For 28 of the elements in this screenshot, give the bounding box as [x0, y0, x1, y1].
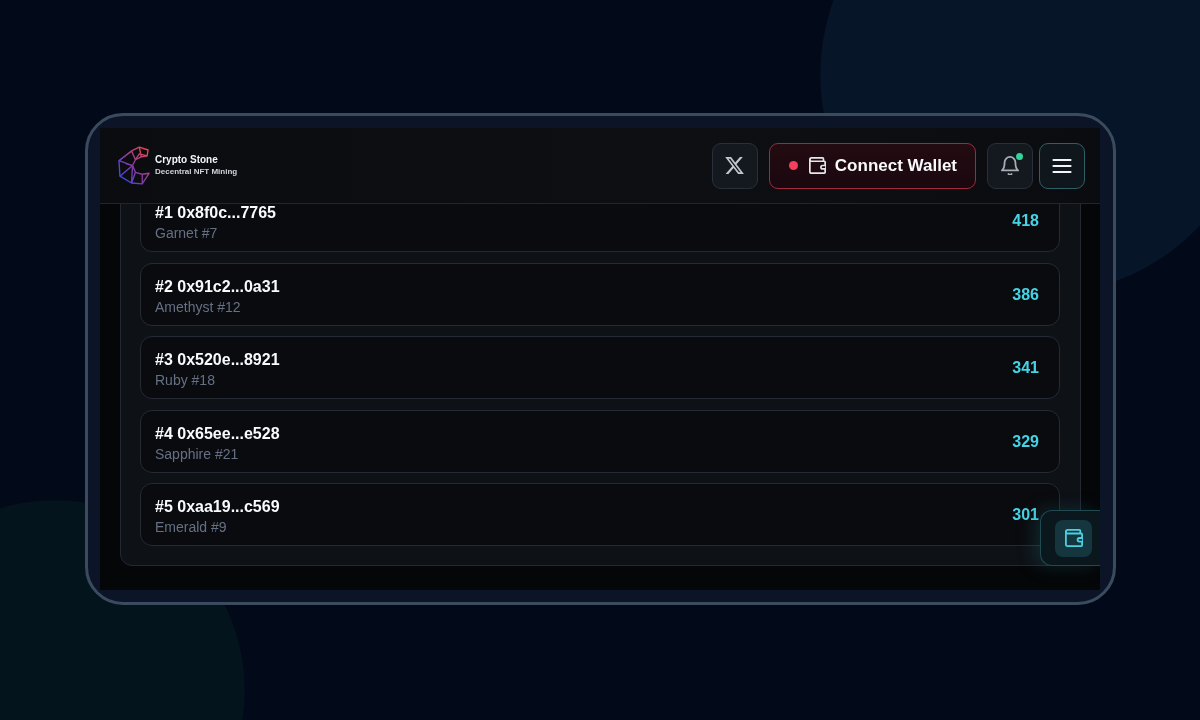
- bell-icon: [1001, 156, 1019, 175]
- connect-wallet-button[interactable]: Connect Wallet: [768, 142, 976, 189]
- nft-name: Amethyst #12: [155, 297, 242, 317]
- x-logo-icon: [725, 157, 745, 174]
- menu-icon: [1052, 157, 1072, 174]
- wallet-button[interactable]: [1040, 510, 1100, 566]
- rank-and-address: #4 0x65ee...e528: [155, 423, 280, 444]
- brand-tagline: Decentral NFT Mining: [155, 167, 238, 177]
- score-value: 418: [1012, 211, 1039, 231]
- wallet-icon: [1055, 519, 1092, 557]
- score-value: 301: [1012, 505, 1039, 525]
- score-value: 341: [1012, 358, 1039, 378]
- notifications-button[interactable]: [987, 142, 1033, 189]
- rank-and-address: #3 0x520e...8921: [155, 350, 280, 370]
- score-value: 329: [1012, 431, 1039, 452]
- nft-name: Garnet #7: [155, 224, 219, 243]
- nft-name: Ruby #18: [155, 371, 216, 390]
- brand-name: Crypto Stone: [155, 154, 219, 166]
- nft-name: Sapphire #21: [155, 444, 240, 464]
- logo-icon: [118, 145, 150, 186]
- rank-and-address: #2 0x91c2...0a31: [155, 276, 280, 297]
- rank-and-address: #5 0xaa19...c569: [155, 497, 280, 517]
- nft-name: Emerald #9: [155, 518, 228, 537]
- wallet-icon: [808, 157, 826, 174]
- menu-button[interactable]: [1039, 142, 1085, 189]
- score-value: 386: [1012, 284, 1039, 305]
- x-link-button[interactable]: [711, 142, 758, 189]
- rank-and-address: #1 0x8f0c...7765: [155, 203, 276, 223]
